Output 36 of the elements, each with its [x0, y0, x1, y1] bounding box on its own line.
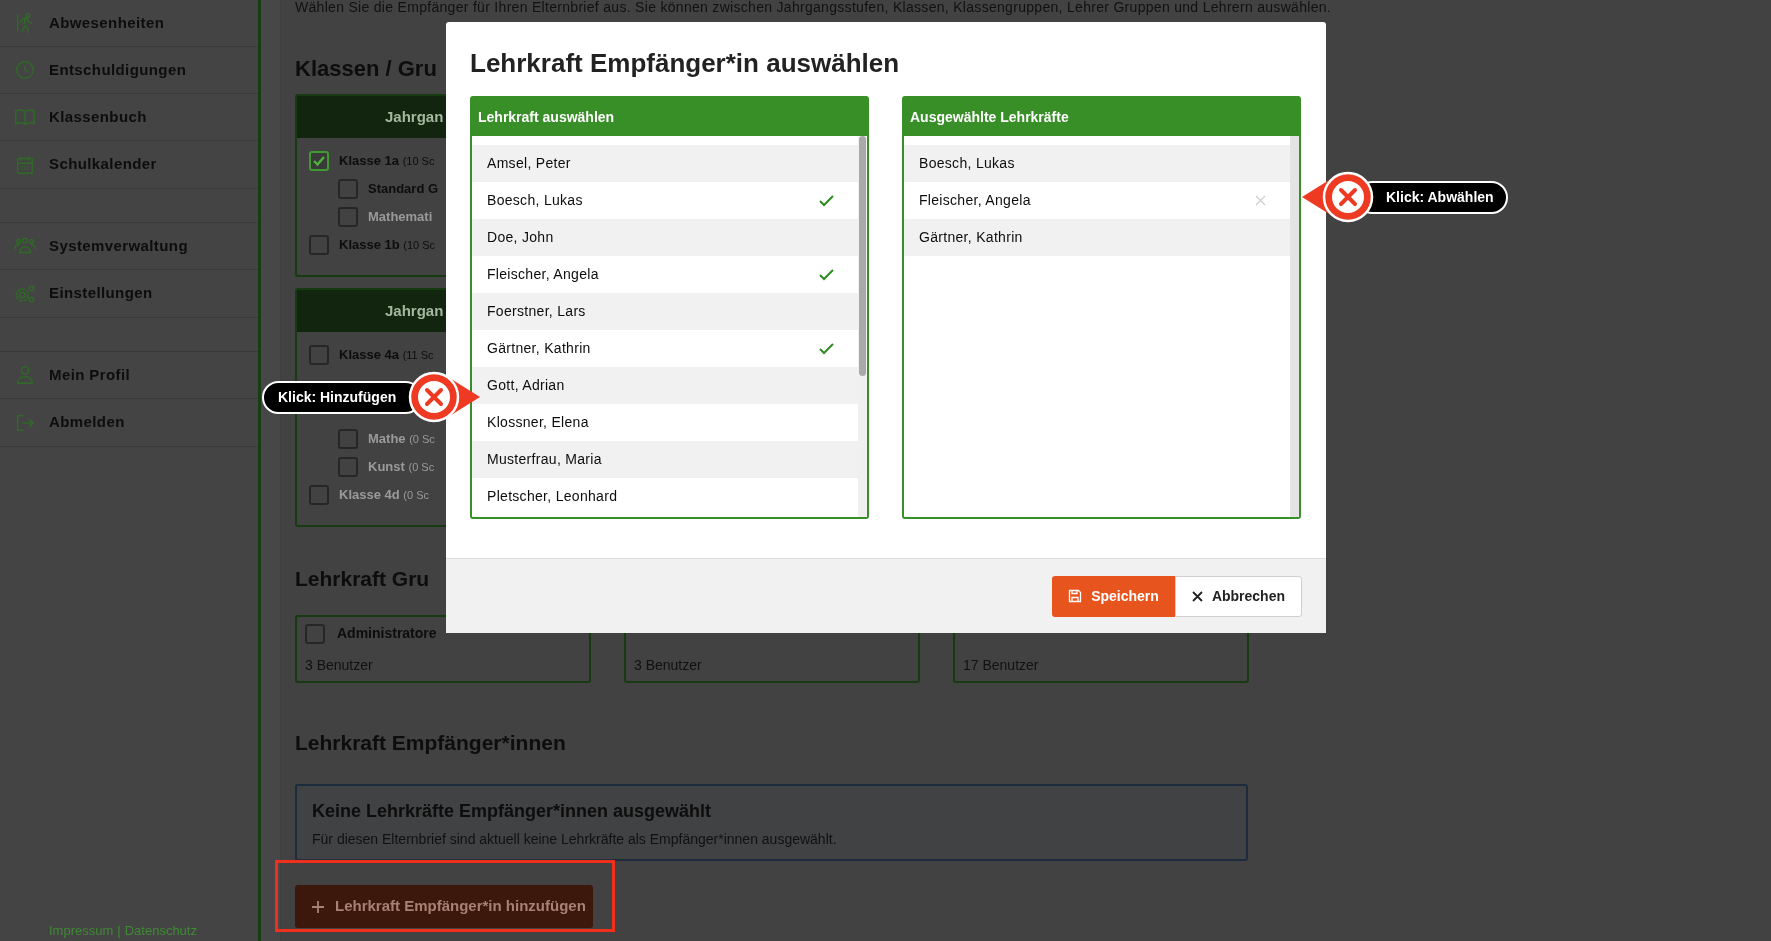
checkbox[interactable] [305, 623, 325, 644]
card-header: Jahrgan [297, 96, 446, 138]
dialog-title: Lehrkraft Empfänger*in auswählen [470, 47, 901, 80]
book-icon [14, 106, 36, 128]
gears-icon [14, 282, 36, 305]
plus-icon [311, 899, 325, 914]
save-button[interactable]: Speichern [1052, 575, 1175, 617]
checkbox[interactable] [309, 151, 329, 171]
panel-header: Lehrkraft auswählen [472, 98, 867, 136]
list-item[interactable]: Gärtner, Kathrin [904, 219, 1290, 256]
close-icon [1191, 590, 1203, 602]
scrollbar-thumb[interactable] [859, 136, 866, 376]
class-label: Klasse 4d (0 Sc [339, 486, 429, 505]
add-recipient-button[interactable]: Lehrkraft Empfänger*in hinzufügen [295, 885, 593, 928]
remove-icon[interactable] [1255, 195, 1266, 206]
list-item[interactable]: Amsel, Peter [472, 145, 858, 182]
link-separator: | [117, 923, 121, 939]
card-header: Jahrgan [297, 290, 446, 332]
checkbox[interactable] [338, 179, 358, 199]
class-label: Kunst (0 Sc [368, 458, 435, 477]
cancel-button[interactable]: Abbrechen [1174, 575, 1302, 617]
user-icon [14, 364, 36, 386]
checkbox[interactable] [309, 235, 329, 255]
list-item[interactable]: Foerstner, Lars [472, 293, 858, 330]
list-item[interactable]: Gott, Adrian [472, 367, 858, 404]
panel-header: Ausgewählte Lehrkräfte [904, 98, 1299, 136]
notice-title: Keine Lehrkräfte Empfänger*innen ausgewählt [312, 800, 713, 823]
class-label: Mathemati [368, 208, 433, 227]
list-item[interactable]: Musterfrau, Maria [472, 441, 858, 478]
list-item[interactable]: Boesch, Lukas [904, 145, 1290, 182]
list-item[interactable]: Doe, John [472, 219, 858, 256]
clock-icon [14, 59, 36, 81]
calendar-icon [14, 153, 36, 176]
checkbox[interactable] [309, 345, 329, 365]
class-label: Mathe (0 Sc [368, 430, 435, 449]
checkmark-icon [312, 154, 326, 168]
